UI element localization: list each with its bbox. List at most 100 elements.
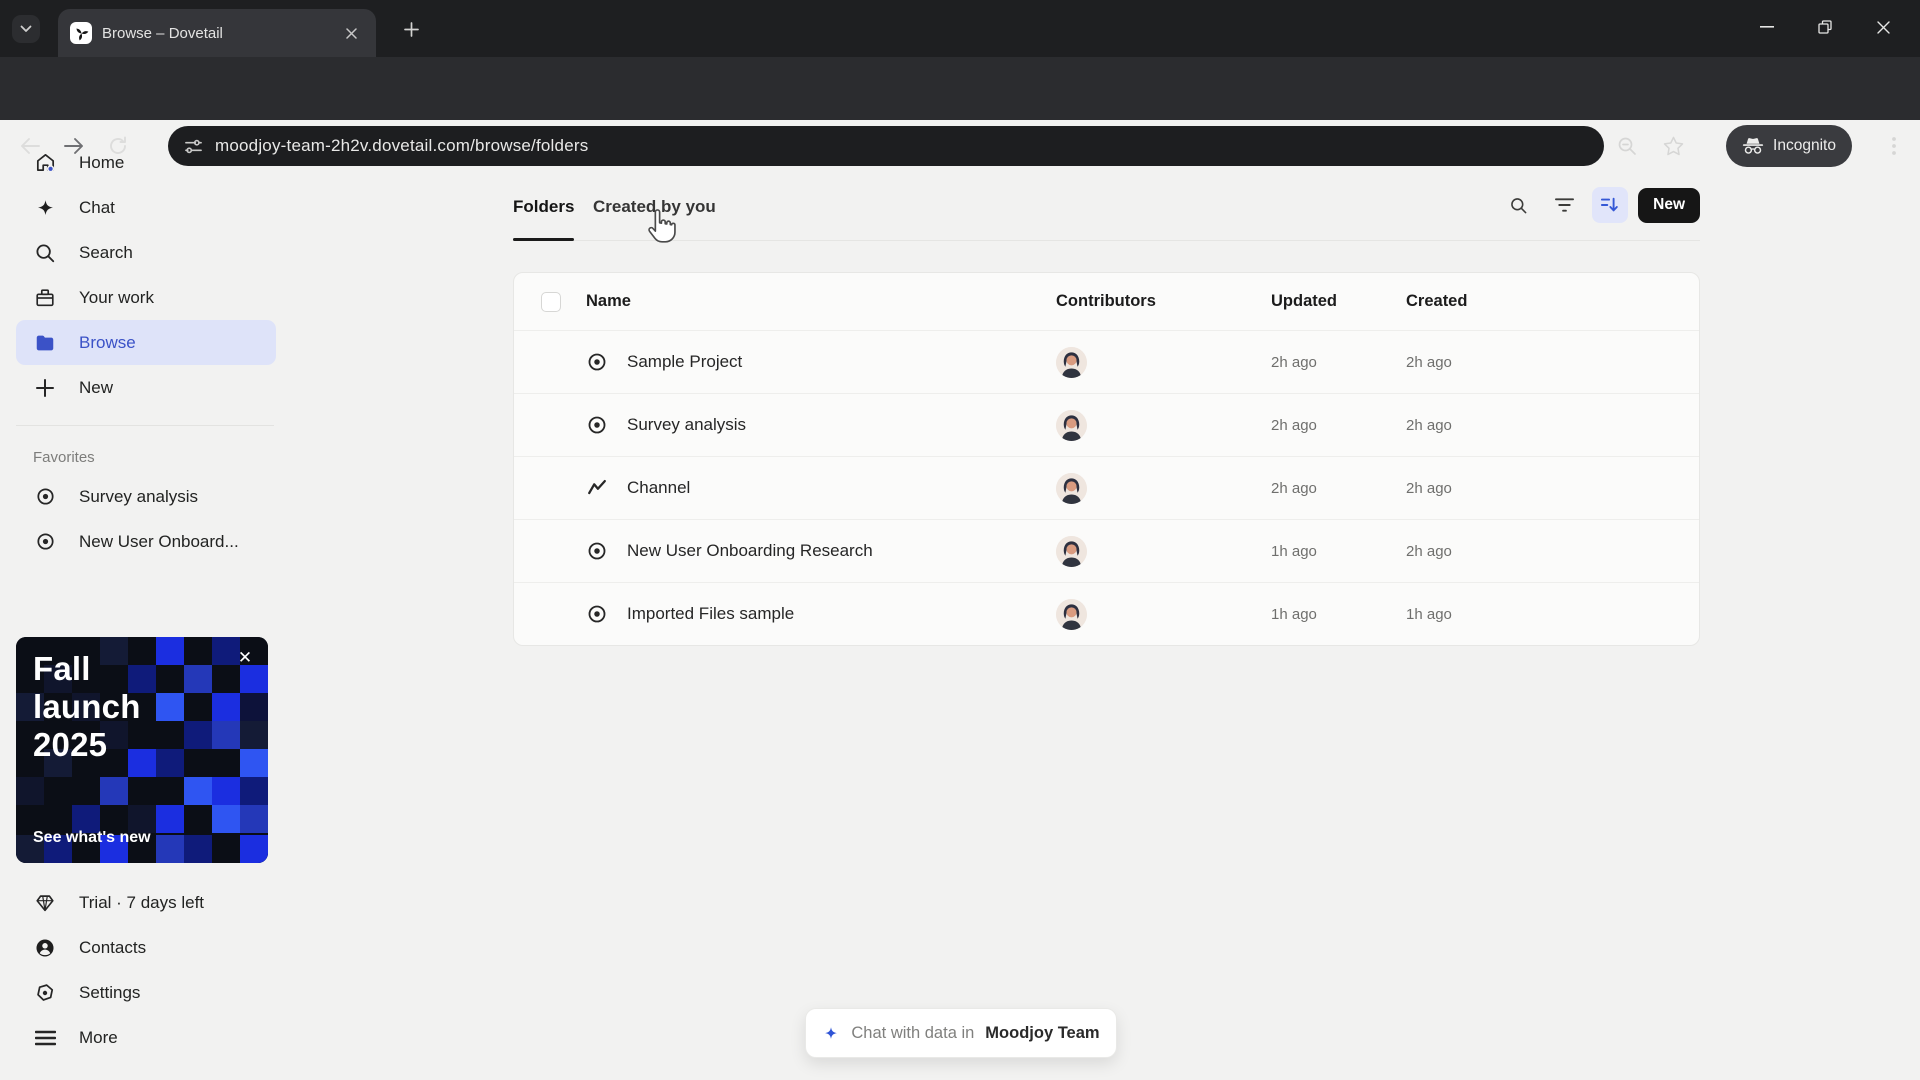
promo-cta-link[interactable]: See what's new: [33, 829, 151, 847]
contributor-avatar[interactable]: [1056, 472, 1087, 504]
settings-icon: [33, 981, 57, 1005]
home-icon: [33, 151, 57, 175]
filter-icon: [1554, 198, 1574, 212]
table-row[interactable]: Imported Files sample 1h ago 1h ago: [514, 582, 1699, 645]
project-icon: [586, 603, 608, 625]
sort-button[interactable]: [1592, 187, 1629, 223]
close-window-button[interactable]: [1854, 0, 1912, 54]
sparkle-icon: [825, 1027, 838, 1039]
created-cell: 1h ago: [1406, 605, 1452, 623]
updated-cell: 2h ago: [1271, 416, 1317, 434]
contributor-avatar[interactable]: [1056, 598, 1087, 630]
promo-card-fall-launch[interactable]: Fall launch 2025 ✕ See what's new: [16, 637, 268, 863]
promo-title: Fall launch 2025: [33, 650, 141, 763]
tab-close-icon[interactable]: [340, 22, 362, 44]
table-row[interactable]: Survey analysis 2h ago 2h ago: [514, 393, 1699, 456]
select-all-checkbox[interactable]: [541, 291, 561, 312]
row-name-label[interactable]: Sample Project: [627, 352, 742, 372]
sidebar-item-your-work[interactable]: Your work: [16, 275, 276, 320]
contributor-avatar[interactable]: [1056, 346, 1087, 378]
zoom-icon[interactable]: [1609, 128, 1645, 164]
row-name-label[interactable]: New User Onboarding Research: [627, 541, 873, 561]
table-header-row: Name Contributors Updated Created: [514, 273, 1699, 330]
promo-close-icon[interactable]: ✕: [234, 647, 256, 669]
gem-icon: [33, 891, 57, 915]
column-header-updated[interactable]: Updated: [1271, 292, 1406, 311]
sidebar-item-label: Search: [79, 242, 133, 262]
dovetail-favicon-icon: [70, 22, 92, 44]
column-header-created[interactable]: Created: [1406, 292, 1699, 311]
search-icon: [1510, 197, 1527, 213]
project-icon: [33, 530, 57, 554]
row-name-label[interactable]: Channel: [627, 478, 690, 498]
tab-created-by-you[interactable]: Created by you: [593, 197, 716, 241]
created-cell: 2h ago: [1406, 542, 1452, 560]
restore-button[interactable]: [1796, 0, 1854, 54]
search-button[interactable]: [1500, 187, 1536, 223]
tab-search-chevron-button[interactable]: [12, 15, 40, 43]
sidebar-item-label: Settings: [79, 982, 141, 1002]
sidebar-item-browse[interactable]: Browse: [16, 320, 276, 365]
project-icon: [586, 414, 608, 436]
sidebar-item-label: Contacts: [79, 937, 147, 957]
row-name-label[interactable]: Imported Files sample: [627, 604, 794, 624]
tab-folders[interactable]: Folders: [513, 197, 575, 241]
browser-menu-icon[interactable]: [1876, 128, 1912, 164]
person-icon: [33, 936, 57, 960]
sidebar-item-label: More: [79, 1027, 118, 1047]
sidebar-item-search[interactable]: Search: [16, 230, 276, 275]
sidebar-item-more[interactable]: More: [16, 1015, 276, 1060]
sidebar-item-chat[interactable]: Chat: [16, 185, 276, 230]
contributor-avatar[interactable]: [1056, 409, 1087, 441]
table-row[interactable]: Channel 2h ago 2h ago: [514, 456, 1699, 519]
sidebar-item-label: Home: [79, 152, 125, 172]
sidebar-item-trial[interactable]: Trial · 7 days left: [16, 880, 276, 925]
sidebar-item-label: Trial · 7 days left: [79, 892, 205, 912]
browser-tab[interactable]: Browse – Dovetail: [58, 9, 376, 57]
browser-toolbar: moodjoy-team-2h2v.dovetail.com/browse/fo…: [0, 57, 1920, 167]
created-cell: 2h ago: [1406, 353, 1452, 371]
updated-cell: 1h ago: [1271, 605, 1317, 623]
sidebar-footer: Trial · 7 days left Contacts Settings Mo…: [0, 880, 290, 1060]
chat-pill-prefix: Chat with data in: [851, 1023, 975, 1042]
table-row[interactable]: Sample Project 2h ago 2h ago: [514, 330, 1699, 393]
updated-cell: 2h ago: [1271, 353, 1317, 371]
row-name-label[interactable]: Survey analysis: [627, 415, 746, 435]
column-header-name[interactable]: Name: [586, 292, 1056, 311]
contributor-avatar[interactable]: [1056, 535, 1087, 567]
sidebar-item-label: Your work: [79, 287, 154, 307]
bookmark-star-icon[interactable]: [1655, 128, 1691, 164]
sort-icon: [1601, 197, 1618, 212]
archive-icon: [33, 286, 57, 310]
new-button[interactable]: New: [1638, 187, 1700, 223]
project-icon: [586, 540, 608, 562]
folder-icon: [33, 331, 57, 355]
incognito-badge[interactable]: Incognito: [1726, 125, 1852, 167]
favorite-item-new-user-onboarding[interactable]: New User Onboard...: [16, 519, 276, 564]
incognito-icon: [1742, 138, 1764, 154]
sidebar-item-contacts[interactable]: Contacts: [16, 925, 276, 970]
updated-cell: 1h ago: [1271, 542, 1317, 560]
channel-icon: [586, 477, 608, 499]
url-bar[interactable]: moodjoy-team-2h2v.dovetail.com/browse/fo…: [168, 126, 1604, 166]
favorite-item-label: Survey analysis: [79, 486, 199, 506]
new-tab-button[interactable]: [398, 16, 424, 42]
minimize-button[interactable]: [1738, 0, 1796, 54]
favorite-item-survey-analysis[interactable]: Survey analysis: [16, 474, 276, 519]
chevron-down-icon: [20, 25, 32, 32]
folders-table: Name Contributors Updated Created Sample…: [513, 272, 1700, 646]
project-icon: [586, 351, 608, 373]
column-header-contributors[interactable]: Contributors: [1056, 292, 1271, 311]
project-icon: [33, 485, 57, 509]
more-icon: [33, 1026, 57, 1050]
sidebar-item-settings[interactable]: Settings: [16, 970, 276, 1015]
sidebar-item-label: New: [79, 377, 114, 397]
chat-with-data-button[interactable]: Chat with data in Moodjoy Team: [805, 1008, 1117, 1058]
sidebar-item-label: Browse: [79, 332, 136, 352]
content-actions: New: [1500, 183, 1700, 227]
table-row[interactable]: New User Onboarding Research 1h ago 2h a…: [514, 519, 1699, 582]
filter-button[interactable]: [1546, 187, 1582, 223]
sidebar-item-home[interactable]: Home: [16, 140, 276, 185]
content-tab-bar: Folders Created by you New: [513, 187, 1700, 241]
sidebar-item-new[interactable]: New: [16, 365, 276, 410]
